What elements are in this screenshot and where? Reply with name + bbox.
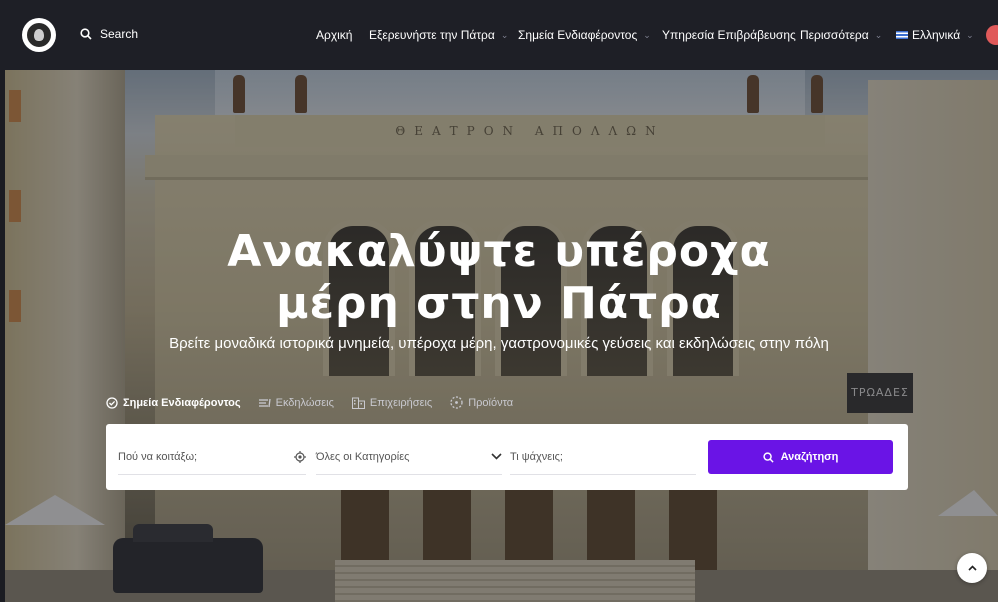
site-logo[interactable] [22,18,56,52]
hero-title-line-2: μέρη στην Πάτρα [276,278,722,329]
tab-businesses[interactable]: Επιχειρήσεις [351,397,432,409]
chevron-down-icon: ⌄ [966,29,974,40]
building-icon [351,397,365,409]
hero-title-line-1: Ανακαλύψτε υπέροχα [227,226,771,277]
greek-flag-icon [896,31,908,39]
logo-emblem-icon [25,21,53,49]
language-selector[interactable]: Ελληνικά ⌄ [896,28,974,42]
menu-item-points-of-interest[interactable]: Σημεία Ενδιαφέροντος ⌄ [518,28,651,42]
tab-products[interactable]: Προϊόντα [450,396,513,409]
chevron-down-icon [491,453,502,460]
tab-points-of-interest[interactable]: Σημεία Ενδιαφέροντος [106,397,241,409]
nav-search-label: Search [100,27,139,41]
chevron-down-icon: ⌄ [500,29,509,40]
hero-subtitle: Βρείτε μοναδικά ιστορικά μνημεία, υπέροχ… [169,335,829,352]
tab-events[interactable]: Εκδηλώσεις [258,397,334,409]
menu-item-explore[interactable]: Εξερευνήστε την Πάτρα ⌄ [369,28,508,42]
list-icon [258,398,271,407]
category-select[interactable]: Όλες οι Κατηγορίες [316,439,502,475]
menu-item-rewards[interactable]: Υπηρεσία Επιβράβευσης [662,28,796,42]
location-input[interactable]: Πού να κοιτάξω; [118,439,306,475]
chevron-down-icon: ⌄ [874,29,883,40]
search-button[interactable]: Αναζήτηση [708,440,893,474]
chevron-up-icon [967,565,977,571]
keyword-input[interactable]: Τι ψάχνεις; [510,439,696,475]
search-type-tabs: Σημεία Ενδιαφέροντος Εκδηλώσεις Επιχειρή… [106,396,531,409]
menu-item-more[interactable]: Περισσότερα ⌄ [800,28,882,42]
search-icon [762,451,774,463]
search-form: Πού να κοιτάξω; Όλες οι Κατηγορίες Τι ψά… [106,424,908,490]
user-avatar[interactable] [986,25,998,45]
dotted-circle-icon [450,396,463,409]
top-nav: Search Αρχική Εξερευνήστε την Πάτρα ⌄ Σημ… [0,0,998,70]
nav-search[interactable]: Search [80,27,138,41]
menu-item-home[interactable]: Αρχική [316,28,352,42]
chevron-down-icon: ⌄ [643,29,651,40]
locate-icon[interactable] [294,450,306,463]
search-icon [80,28,92,40]
scroll-to-top-button[interactable] [957,553,987,583]
check-circle-icon [106,396,118,409]
